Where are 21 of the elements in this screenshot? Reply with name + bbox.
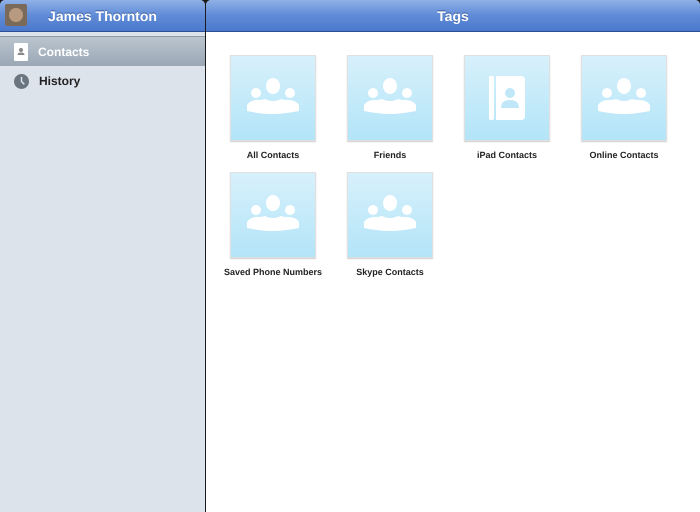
tag-label: Online Contacts: [589, 150, 658, 160]
tag-tile[interactable]: [581, 55, 667, 141]
address-book-icon: [489, 76, 525, 120]
user-name: James Thornton: [48, 8, 157, 24]
tag-label: All Contacts: [246, 150, 300, 160]
tag-tile[interactable]: [347, 172, 433, 258]
tag-tile[interactable]: [347, 55, 433, 141]
tag-label: iPad Contacts: [476, 150, 537, 160]
tag-tile[interactable]: [230, 172, 316, 258]
sidebar-item-label: History: [39, 74, 80, 88]
tag-tile[interactable]: [464, 55, 550, 141]
sidebar-item-label: Contacts: [38, 44, 90, 58]
tag-label: Friends: [374, 150, 406, 160]
clock-icon: [14, 74, 29, 88]
sidebar-item[interactable]: History: [0, 66, 205, 96]
tag-label: Saved Phone Numbers: [224, 267, 322, 277]
page-title: Tags: [437, 8, 469, 24]
contact-card-icon: [14, 42, 28, 60]
tag-label: Skype Contacts: [356, 267, 424, 277]
tag-tile[interactable]: [230, 55, 316, 141]
avatar: [5, 4, 27, 26]
